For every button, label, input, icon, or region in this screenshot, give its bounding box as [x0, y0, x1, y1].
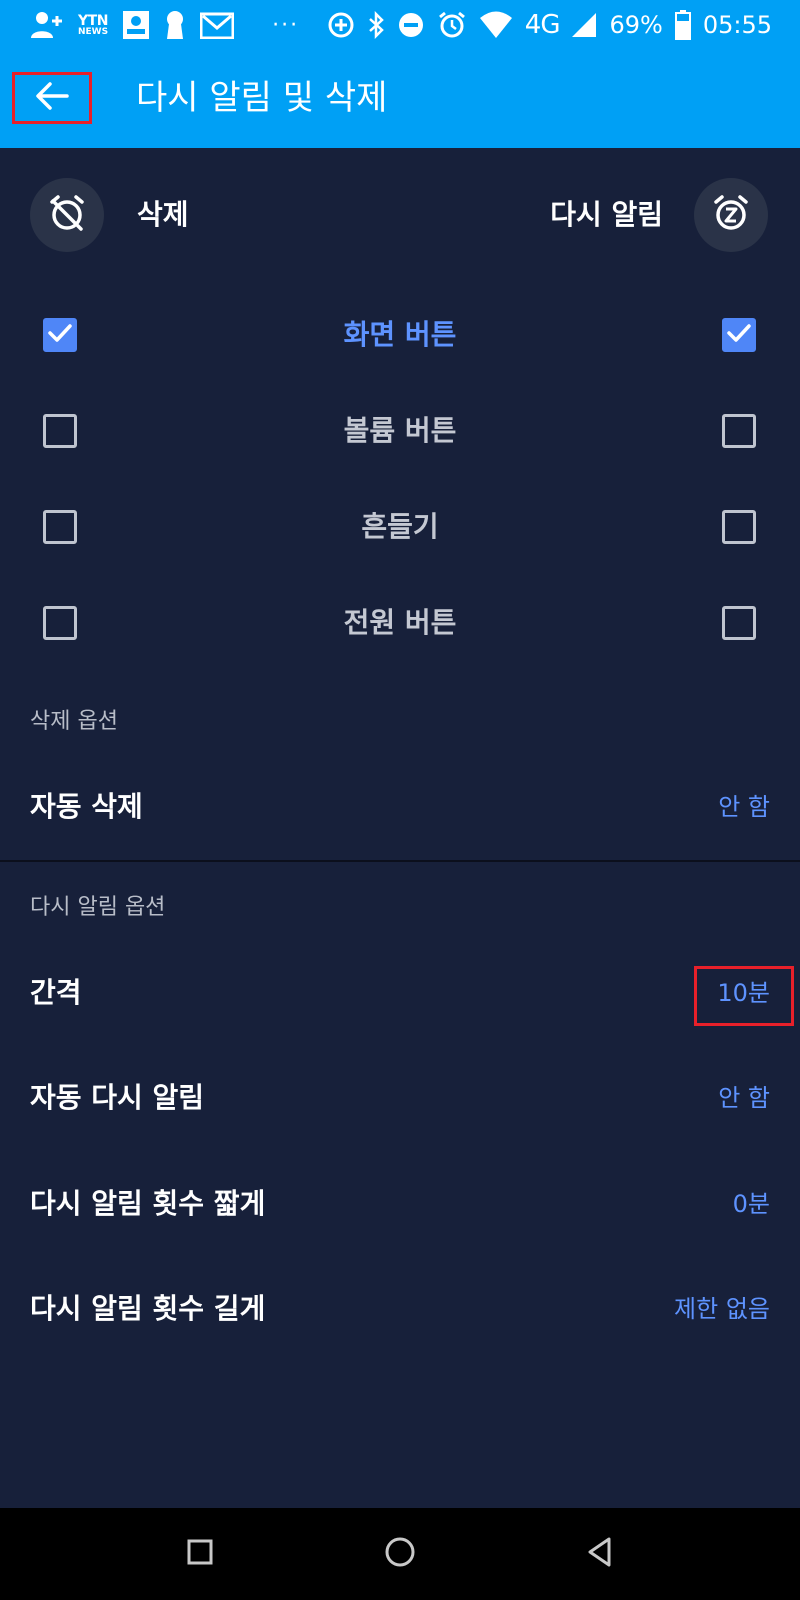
network-type: 4G	[524, 10, 561, 40]
wifi-icon	[479, 9, 513, 41]
alarm-icon	[437, 9, 467, 41]
do-not-disturb-icon	[397, 9, 425, 41]
snooze-label: 다시 알림	[550, 198, 663, 231]
lengthen-snooze-row[interactable]: 다시 알림 횟수 길게 제한 없음	[0, 1269, 800, 1349]
trigger-row-volume-button: 볼륨 버튼	[0, 401, 800, 461]
highlight-box	[694, 966, 794, 1026]
more-notifications-icon: ···	[272, 12, 300, 38]
action-header: 삭제 다시 알림	[0, 175, 800, 255]
trigger-label: 흔들기	[361, 510, 439, 543]
app-bar: 다시 알림 및 삭제	[0, 50, 800, 148]
recents-button[interactable]	[178, 1532, 222, 1576]
circle-icon	[384, 1536, 416, 1572]
gmail-icon	[200, 9, 235, 41]
auto-snooze-label: 자동 다시 알림	[30, 1081, 205, 1114]
page-title: 다시 알림 및 삭제	[136, 78, 388, 118]
alarm-off-icon	[46, 192, 88, 238]
triangle-back-icon	[585, 1536, 615, 1572]
bluetooth-icon	[367, 9, 385, 41]
home-button[interactable]	[378, 1532, 422, 1576]
back-arrow-icon	[35, 81, 69, 115]
news-text: NEWS	[78, 26, 109, 37]
auto-delete-label: 자동 삭제	[30, 790, 143, 823]
back-button[interactable]	[12, 72, 92, 124]
trigger-row-shake: 흔들기	[0, 497, 800, 557]
ytn-text: YTN	[78, 12, 108, 29]
ytn-news-icon: YTN NEWS	[78, 14, 108, 37]
shorten-snooze-label: 다시 알림 횟수 짧게	[30, 1187, 266, 1220]
auto-delete-row[interactable]: 자동 삭제 안 함	[0, 767, 800, 847]
trigger-label: 화면 버튼	[343, 318, 457, 351]
data-saver-icon	[327, 9, 355, 41]
delete-label: 삭제	[137, 198, 189, 231]
auto-snooze-value: 안 함	[718, 1084, 770, 1112]
auto-snooze-row[interactable]: 자동 다시 알림 안 함	[0, 1058, 800, 1138]
square-icon	[186, 1538, 214, 1570]
delete-alarm-button[interactable]	[30, 178, 104, 252]
battery-icon	[674, 9, 691, 41]
delete-options-section-title: 삭제 옵션	[30, 709, 118, 734]
add-contact-icon	[30, 9, 64, 41]
keyhole-icon	[164, 9, 186, 41]
signal-icon	[571, 9, 597, 41]
lengthen-snooze-value: 제한 없음	[674, 1295, 770, 1323]
clock: 05:55	[702, 11, 772, 39]
auto-delete-value: 안 함	[718, 793, 770, 821]
shorten-snooze-value: 0분	[732, 1190, 770, 1218]
snooze-checkbox-power-button[interactable]	[722, 606, 756, 640]
trigger-row-power-button: 전원 버튼	[0, 593, 800, 653]
status-bar: YTN NEWS ··· 4G 69% 05:55	[0, 0, 800, 50]
system-nav-bar	[0, 1508, 800, 1600]
snooze-icon	[710, 192, 752, 238]
checkmark-icon	[726, 322, 752, 348]
back-nav-button[interactable]	[578, 1532, 622, 1576]
snooze-checkbox-shake[interactable]	[722, 510, 756, 544]
snooze-checkbox-screen-button[interactable]	[722, 318, 756, 352]
trigger-label: 전원 버튼	[343, 606, 457, 639]
contact-card-icon	[122, 9, 150, 41]
interval-row[interactable]: 간격 10분	[0, 953, 800, 1033]
snooze-checkbox-volume-button[interactable]	[722, 414, 756, 448]
shorten-snooze-row[interactable]: 다시 알림 횟수 짧게 0분	[0, 1164, 800, 1244]
divider	[0, 860, 800, 862]
trigger-row-screen-button: 화면 버튼	[0, 305, 800, 365]
snooze-options-section-title: 다시 알림 옵션	[30, 895, 166, 920]
interval-label: 간격	[30, 976, 82, 1009]
lengthen-snooze-label: 다시 알림 횟수 길게	[30, 1292, 266, 1325]
trigger-label: 볼륨 버튼	[343, 414, 457, 447]
battery-percent: 69%	[609, 11, 663, 39]
snooze-alarm-button[interactable]	[694, 178, 768, 252]
